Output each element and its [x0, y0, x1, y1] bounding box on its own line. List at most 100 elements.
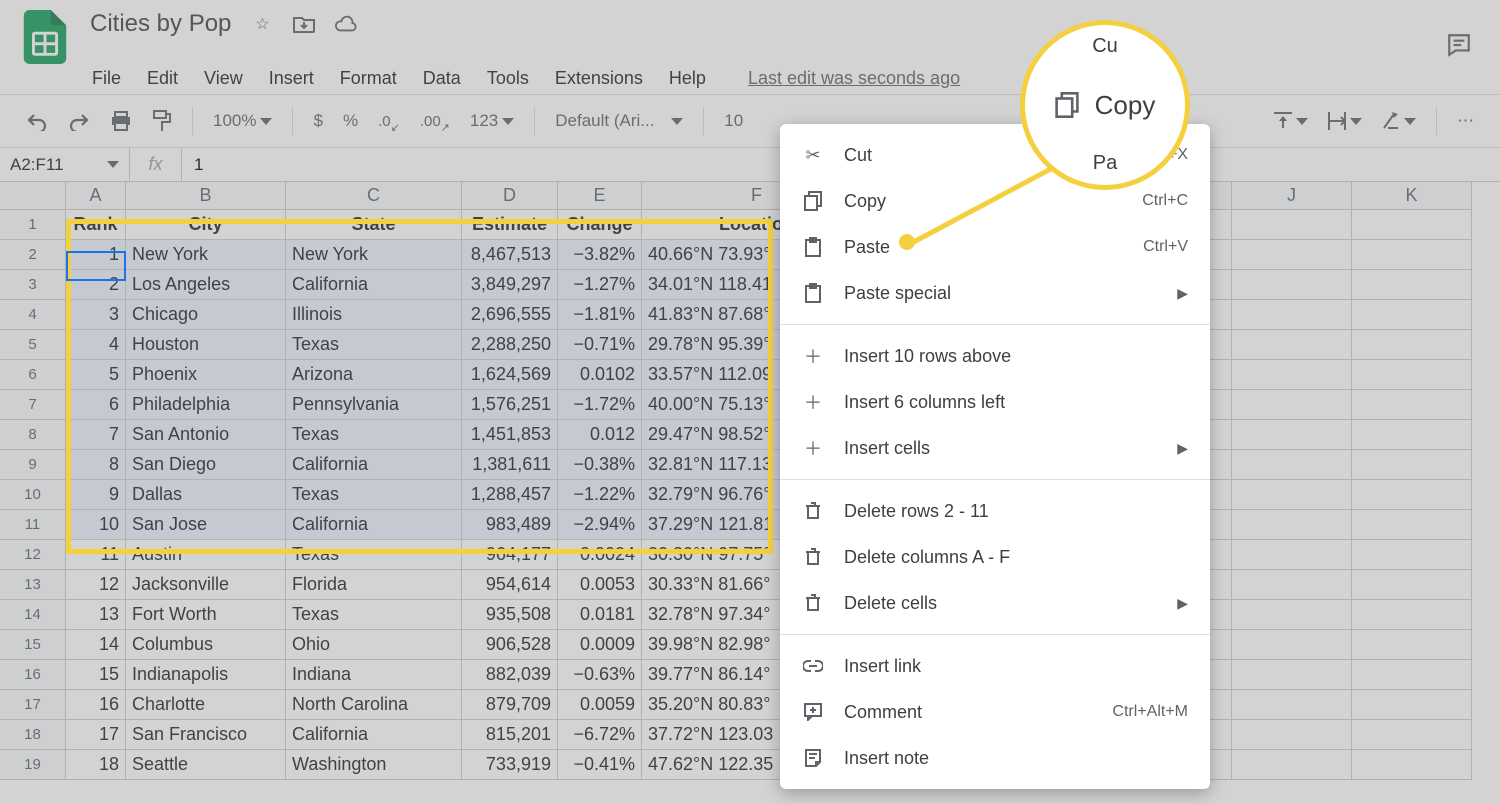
cell[interactable]: −1.22%: [558, 480, 642, 510]
menu-edit[interactable]: Edit: [147, 68, 178, 89]
cell[interactable]: Arizona: [286, 360, 462, 390]
cell[interactable]: Fort Worth: [126, 600, 286, 630]
ctx-paste[interactable]: PasteCtrl+V: [780, 224, 1210, 270]
menu-data[interactable]: Data: [423, 68, 461, 89]
cell[interactable]: −0.38%: [558, 450, 642, 480]
cell[interactable]: 18: [66, 750, 126, 780]
print-icon[interactable]: [104, 105, 138, 137]
cell[interactable]: [1352, 570, 1472, 600]
cell[interactable]: −6.72%: [558, 720, 642, 750]
cell[interactable]: [1352, 240, 1472, 270]
ctx-insert-link[interactable]: Insert link: [780, 643, 1210, 689]
col-header-B[interactable]: B: [126, 182, 286, 210]
move-icon[interactable]: [293, 13, 315, 35]
col-header-D[interactable]: D: [462, 182, 558, 210]
cell[interactable]: [1352, 480, 1472, 510]
row-header-6[interactable]: 6: [0, 360, 66, 390]
cell[interactable]: [1352, 360, 1472, 390]
cell[interactable]: [1232, 720, 1352, 750]
cell[interactable]: Indianapolis: [126, 660, 286, 690]
cell[interactable]: 5: [66, 360, 126, 390]
cell[interactable]: [1352, 330, 1472, 360]
cell[interactable]: Philadelphia: [126, 390, 286, 420]
cell[interactable]: Houston: [126, 330, 286, 360]
cell[interactable]: Texas: [286, 480, 462, 510]
cell[interactable]: San Antonio: [126, 420, 286, 450]
cell[interactable]: Texas: [286, 420, 462, 450]
header-cell[interactable]: Change: [558, 210, 642, 240]
cell[interactable]: [1232, 300, 1352, 330]
cell[interactable]: [1352, 420, 1472, 450]
cell[interactable]: Chicago: [126, 300, 286, 330]
cell[interactable]: Phoenix: [126, 360, 286, 390]
cell[interactable]: 3,849,297: [462, 270, 558, 300]
header-cell[interactable]: [1352, 210, 1472, 240]
cell[interactable]: −0.71%: [558, 330, 642, 360]
row-header-2[interactable]: 2: [0, 240, 66, 270]
doc-title[interactable]: Cities by Pop: [90, 10, 231, 38]
cell[interactable]: [1352, 600, 1472, 630]
row-header-5[interactable]: 5: [0, 330, 66, 360]
cell[interactable]: Dallas: [126, 480, 286, 510]
cell[interactable]: [1232, 510, 1352, 540]
cell[interactable]: [1232, 540, 1352, 570]
cell[interactable]: [1352, 450, 1472, 480]
cell[interactable]: Seattle: [126, 750, 286, 780]
font-dropdown[interactable]: Default (Ari...: [549, 105, 689, 137]
col-header-E[interactable]: E: [558, 182, 642, 210]
decrease-decimal-icon[interactable]: .0↙: [372, 105, 406, 137]
cell[interactable]: 4: [66, 330, 126, 360]
cell[interactable]: [1232, 240, 1352, 270]
ctx-delete-cols[interactable]: Delete columns A - F: [780, 534, 1210, 580]
cell[interactable]: New York: [286, 240, 462, 270]
cell[interactable]: 0.0053: [558, 570, 642, 600]
header-cell[interactable]: Estimate: [462, 210, 558, 240]
cell[interactable]: Ohio: [286, 630, 462, 660]
row-header-11[interactable]: 11: [0, 510, 66, 540]
menu-file[interactable]: File: [92, 68, 121, 89]
cell[interactable]: [1232, 360, 1352, 390]
header-cell[interactable]: [1232, 210, 1352, 240]
name-box[interactable]: A2:F11: [0, 148, 130, 181]
cell[interactable]: [1232, 420, 1352, 450]
cell[interactable]: Indiana: [286, 660, 462, 690]
row-header-7[interactable]: 7: [0, 390, 66, 420]
undo-icon[interactable]: [20, 105, 54, 137]
cell[interactable]: 12: [66, 570, 126, 600]
cell[interactable]: 964,177: [462, 540, 558, 570]
col-header-A[interactable]: A: [66, 182, 126, 210]
cell[interactable]: [1232, 270, 1352, 300]
cell[interactable]: Texas: [286, 600, 462, 630]
cell[interactable]: 882,039: [462, 660, 558, 690]
cell[interactable]: 0.0059: [558, 690, 642, 720]
menu-view[interactable]: View: [204, 68, 243, 89]
cell[interactable]: −2.94%: [558, 510, 642, 540]
cell[interactable]: [1232, 690, 1352, 720]
row-header-16[interactable]: 16: [0, 660, 66, 690]
cell[interactable]: [1232, 750, 1352, 780]
cell[interactable]: 2: [66, 270, 126, 300]
cell[interactable]: Austin: [126, 540, 286, 570]
menu-tools[interactable]: Tools: [487, 68, 529, 89]
ctx-insert-cols[interactable]: ＋Insert 6 columns left: [780, 379, 1210, 425]
col-header-J[interactable]: J: [1232, 182, 1352, 210]
ctx-insert-rows[interactable]: ＋Insert 10 rows above: [780, 333, 1210, 379]
cell[interactable]: 0.0009: [558, 630, 642, 660]
menu-format[interactable]: Format: [340, 68, 397, 89]
cell[interactable]: 1,576,251: [462, 390, 558, 420]
cell[interactable]: 935,508: [462, 600, 558, 630]
cell[interactable]: 8: [66, 450, 126, 480]
cell[interactable]: 9: [66, 480, 126, 510]
cell[interactable]: 815,201: [462, 720, 558, 750]
cell[interactable]: −1.81%: [558, 300, 642, 330]
cell[interactable]: California: [286, 450, 462, 480]
wrap-dropdown-icon[interactable]: [1322, 105, 1368, 137]
cell[interactable]: Columbus: [126, 630, 286, 660]
cell[interactable]: 2,288,250: [462, 330, 558, 360]
cell[interactable]: 0.0102: [558, 360, 642, 390]
cell[interactable]: [1232, 570, 1352, 600]
cell[interactable]: 1,288,457: [462, 480, 558, 510]
cell[interactable]: [1352, 720, 1472, 750]
cell[interactable]: 1,451,853: [462, 420, 558, 450]
row-header-15[interactable]: 15: [0, 630, 66, 660]
